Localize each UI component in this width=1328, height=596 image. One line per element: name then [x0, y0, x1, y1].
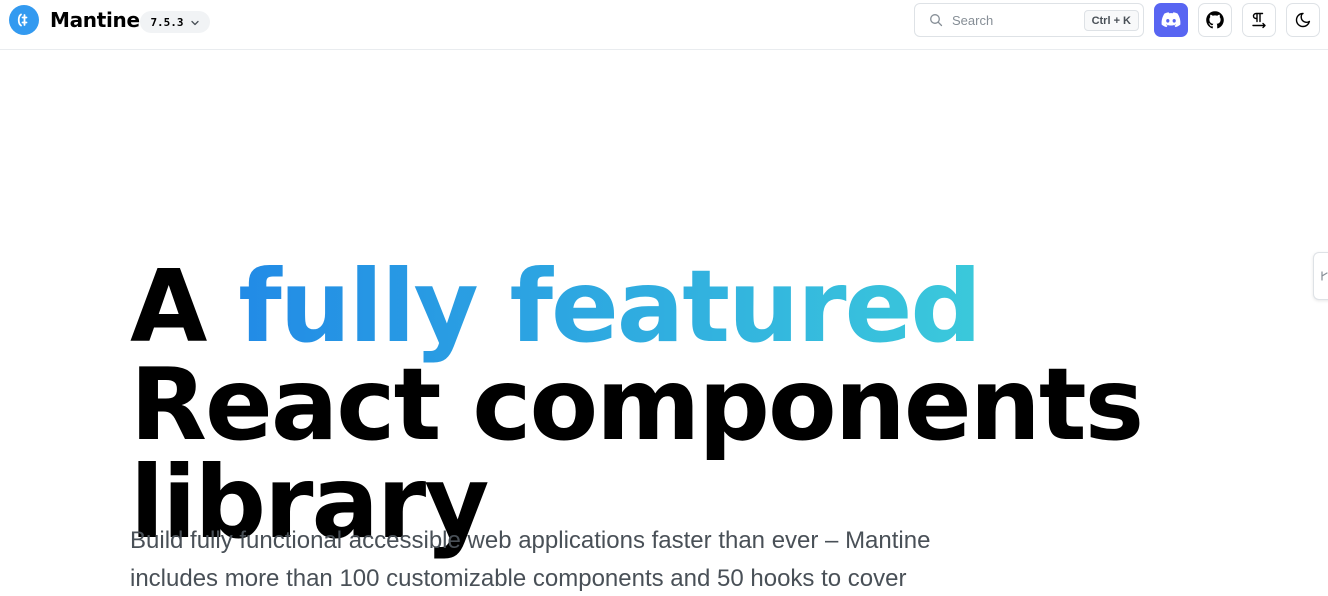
top-header: Mantine 7.5.3 Search Ctrl + K: [0, 0, 1328, 50]
brand-name: Mantine: [50, 8, 140, 32]
discord-button[interactable]: [1154, 3, 1188, 37]
hero-description: Build fully functional accessible web ap…: [130, 527, 931, 592]
hero-title: A fully featured React components librar…: [130, 257, 1280, 553]
version-label: 7.5.3: [150, 15, 184, 29]
search-icon: [929, 13, 943, 27]
discord-icon: [1161, 12, 1181, 28]
github-button[interactable]: [1198, 3, 1232, 37]
text-direction-icon: [1252, 12, 1266, 29]
drawer-handle-icon: [1320, 271, 1328, 281]
text-direction-button[interactable]: [1242, 3, 1276, 37]
search-shortcut-kbd: Ctrl + K: [1083, 10, 1139, 31]
search-placeholder: Search: [952, 12, 994, 28]
color-scheme-toggle[interactable]: [1286, 3, 1320, 37]
moon-icon: [1295, 12, 1311, 28]
search-button[interactable]: Search Ctrl + K: [914, 3, 1144, 37]
chevron-down-icon: [190, 20, 199, 25]
brand-logo-link[interactable]: Mantine: [9, 5, 140, 35]
side-drawer-tab[interactable]: [1313, 252, 1328, 300]
mantine-logo-icon: [9, 5, 39, 35]
github-icon: [1206, 11, 1224, 29]
version-selector[interactable]: 7.5.3: [140, 11, 210, 33]
